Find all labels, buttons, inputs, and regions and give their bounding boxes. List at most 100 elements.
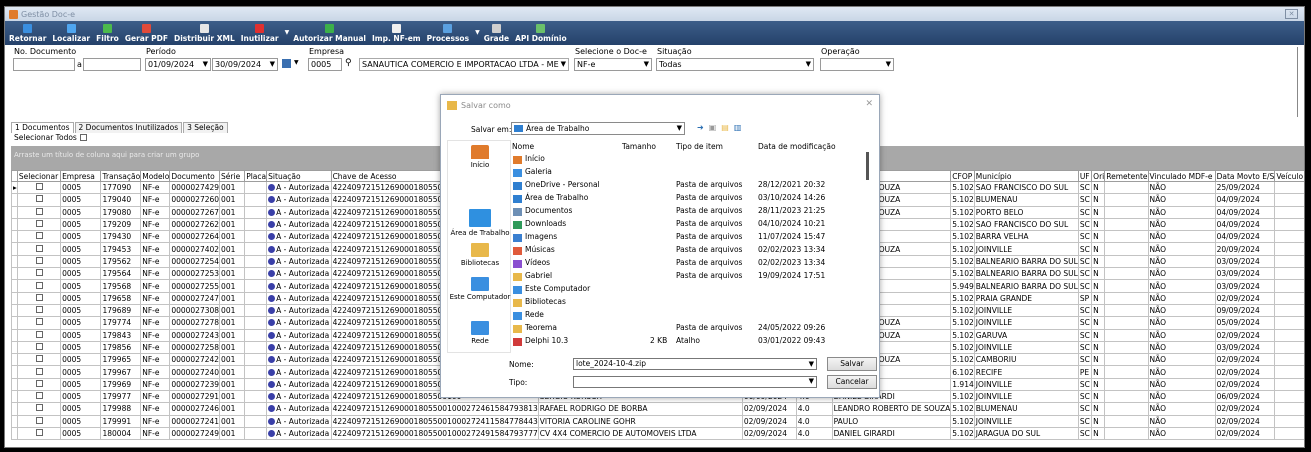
row-checkbox[interactable] [35, 256, 43, 264]
row-checkbox[interactable] [35, 244, 43, 252]
toolbar-distribute-button[interactable]: Distribuir XML [174, 24, 235, 43]
column-header[interactable]: Remetente [1104, 170, 1149, 182]
file-list-item[interactable]: Músicas Pasta de arquivos 02/02/2023 13:34 [512, 245, 874, 258]
situacao-select[interactable]: Todas ▼ [656, 58, 814, 71]
file-list-item[interactable]: Downloads Pasta de arquivos 04/10/2024 10:… [512, 219, 874, 232]
row-checkbox[interactable] [35, 416, 43, 424]
column-header[interactable]: Empresa [60, 170, 102, 182]
toolbar-cancel-button[interactable]: Inutilizar [241, 24, 279, 43]
column-header[interactable]: Situação [266, 170, 332, 182]
row-checkbox[interactable] [35, 330, 43, 338]
row-checkbox[interactable] [35, 343, 43, 350]
place-computer[interactable]: Este Computador [448, 277, 512, 301]
row-checkbox[interactable] [35, 293, 43, 301]
chevron-down-icon[interactable]: ▼ [294, 59, 299, 66]
view-menu-icon[interactable]: ▥ [734, 123, 742, 132]
file-list-item[interactable]: Delphi 10.3 2 KB Atalho 03/01/2022 09:43 [512, 336, 874, 349]
scrollbar-thumb[interactable] [866, 152, 869, 180]
periodo-fim-select[interactable]: 30/09/2024 ▼ [212, 58, 278, 71]
save-in-select[interactable]: Área de Trabalho ▼ [511, 122, 685, 135]
place-libraries[interactable]: Bibliotecas [448, 243, 512, 267]
row-checkbox[interactable] [35, 232, 43, 240]
row-checkbox[interactable] [35, 367, 43, 375]
row-checkbox[interactable] [35, 318, 43, 326]
row-checkbox[interactable] [35, 183, 43, 191]
file-list-item[interactable]: Este Computador [512, 284, 874, 297]
up-folder-icon[interactable]: ▣ [709, 123, 717, 132]
row-checkbox[interactable] [35, 379, 43, 387]
chevron-down-icon[interactable]: ▼ [285, 29, 290, 36]
column-header[interactable]: Placa [244, 170, 268, 182]
table-row[interactable]: 0005 179991 NF-e 0000027241 001 A - Autorizad… [11, 414, 1304, 428]
row-checkbox[interactable] [35, 355, 43, 363]
file-list-item[interactable]: OneDrive - Personal Pasta de arquivos 28/1… [512, 180, 874, 193]
column-nome[interactable]: Nome [512, 142, 534, 151]
close-icon[interactable]: ✕ [1285, 9, 1298, 19]
back-icon[interactable]: ➜ [697, 123, 704, 132]
file-list-item[interactable]: Rede [512, 310, 874, 323]
no-documento-from-input[interactable] [13, 58, 75, 71]
place-network[interactable]: Rede [448, 321, 512, 345]
operacao-select[interactable]: ▼ [820, 58, 894, 71]
row-checkbox[interactable] [35, 404, 43, 412]
file-type-select[interactable]: ▼ [573, 376, 817, 388]
row-checkbox[interactable] [35, 392, 43, 400]
toolbar-document-button[interactable]: Imp. NF-em [372, 24, 421, 43]
file-list-item[interactable]: Área de Trabalho Pasta de arquivos 03/10/2… [512, 193, 874, 206]
column-header[interactable]: UF [1077, 170, 1093, 182]
column-tipo[interactable]: Tipo de item [676, 142, 723, 151]
new-folder-icon[interactable]: ▤ [721, 123, 729, 132]
row-checkbox[interactable] [35, 306, 43, 314]
table-row[interactable]: 0005 180004 NF-e 0000027249 001 A - Autorizad… [11, 426, 1304, 441]
column-header[interactable]: Transação [100, 170, 142, 182]
file-list-item[interactable]: Início [512, 154, 874, 167]
empresa-code-input[interactable]: 0005 [308, 58, 342, 71]
column-header[interactable]: Ori [1091, 170, 1106, 182]
file-list-item[interactable]: Galeria [512, 167, 874, 180]
close-icon[interactable]: ✕ [865, 99, 873, 109]
empresa-name-select[interactable]: SANAUTICA COMERCIO E IMPORTACAO LTDA - M… [359, 58, 569, 71]
column-header[interactable]: Modelo [140, 170, 171, 182]
place-home[interactable]: Início [448, 145, 512, 169]
row-checkbox[interactable] [35, 429, 43, 437]
row-checkbox[interactable] [35, 207, 43, 215]
column-header[interactable]: Município [973, 170, 1079, 182]
chevron-down-icon[interactable]: ▼ [475, 29, 480, 36]
column-tamanho[interactable]: Tamanho [622, 142, 656, 151]
file-list-item[interactable]: Bibliotecas [512, 297, 874, 310]
column-header[interactable]: CFOP [950, 170, 975, 182]
column-header[interactable]: Documento [169, 170, 221, 182]
column-header[interactable]: Vinculado MDF-e [1147, 170, 1216, 182]
row-checkbox[interactable] [35, 220, 43, 228]
column-header[interactable]: Selecionar [16, 170, 62, 182]
row-checkbox[interactable] [35, 281, 43, 289]
no-documento-to-input[interactable] [83, 58, 141, 71]
column-data[interactable]: Data de modificação [758, 142, 836, 151]
file-list-item[interactable]: Vídeos Pasta de arquivos 02/02/2023 13:34 [512, 258, 874, 271]
column-header[interactable]: Série [219, 170, 246, 182]
periodo-inicio-select[interactable]: 01/09/2024 ▼ [145, 58, 211, 71]
table-row[interactable]: 0005 179988 NF-e 0000027246 001 A - Autorizad… [11, 402, 1304, 416]
tab-documentos-inutilizados[interactable]: 2 Documentos Inutilizados [74, 122, 183, 133]
tab-documentos[interactable]: 1 Documentos [11, 122, 74, 133]
toolbar-grid-button[interactable]: Grade [484, 24, 509, 43]
column-header[interactable]: Veículo [1274, 170, 1304, 182]
file-name-input[interactable]: lote_2024-10-4.zip ▼ [573, 358, 817, 370]
toolbar-pdf-button[interactable]: Gerar PDF [125, 24, 168, 43]
tab-selecao[interactable]: 3 Seleção [183, 122, 228, 133]
file-list-item[interactable]: Documentos Pasta de arquivos 28/11/2023 21… [512, 206, 874, 219]
file-list-item[interactable]: Imagens Pasta de arquivos 11/07/2024 15:47 [512, 232, 874, 245]
row-checkbox[interactable] [35, 195, 43, 203]
save-button[interactable]: Salvar [827, 357, 877, 371]
row-checkbox[interactable] [35, 269, 43, 277]
column-header[interactable]: Data Movto E/S [1214, 170, 1276, 182]
toolbar-return-button[interactable]: Retornar [9, 24, 46, 43]
select-all-checkbox[interactable] [79, 134, 87, 141]
place-desktop[interactable]: Área de Trabalho [448, 209, 512, 237]
toolbar-filter-button[interactable]: Filtro [96, 24, 119, 43]
toolbar-api-button[interactable]: API Domínio [515, 24, 567, 43]
toolbar-process-button[interactable]: Processos [427, 24, 469, 43]
calendar-icon[interactable] [282, 59, 291, 68]
file-list-item[interactable]: Teorema Pasta de arquivos 24/05/2022 09:26 [512, 323, 874, 336]
file-list-scrollbar[interactable] [865, 150, 871, 350]
